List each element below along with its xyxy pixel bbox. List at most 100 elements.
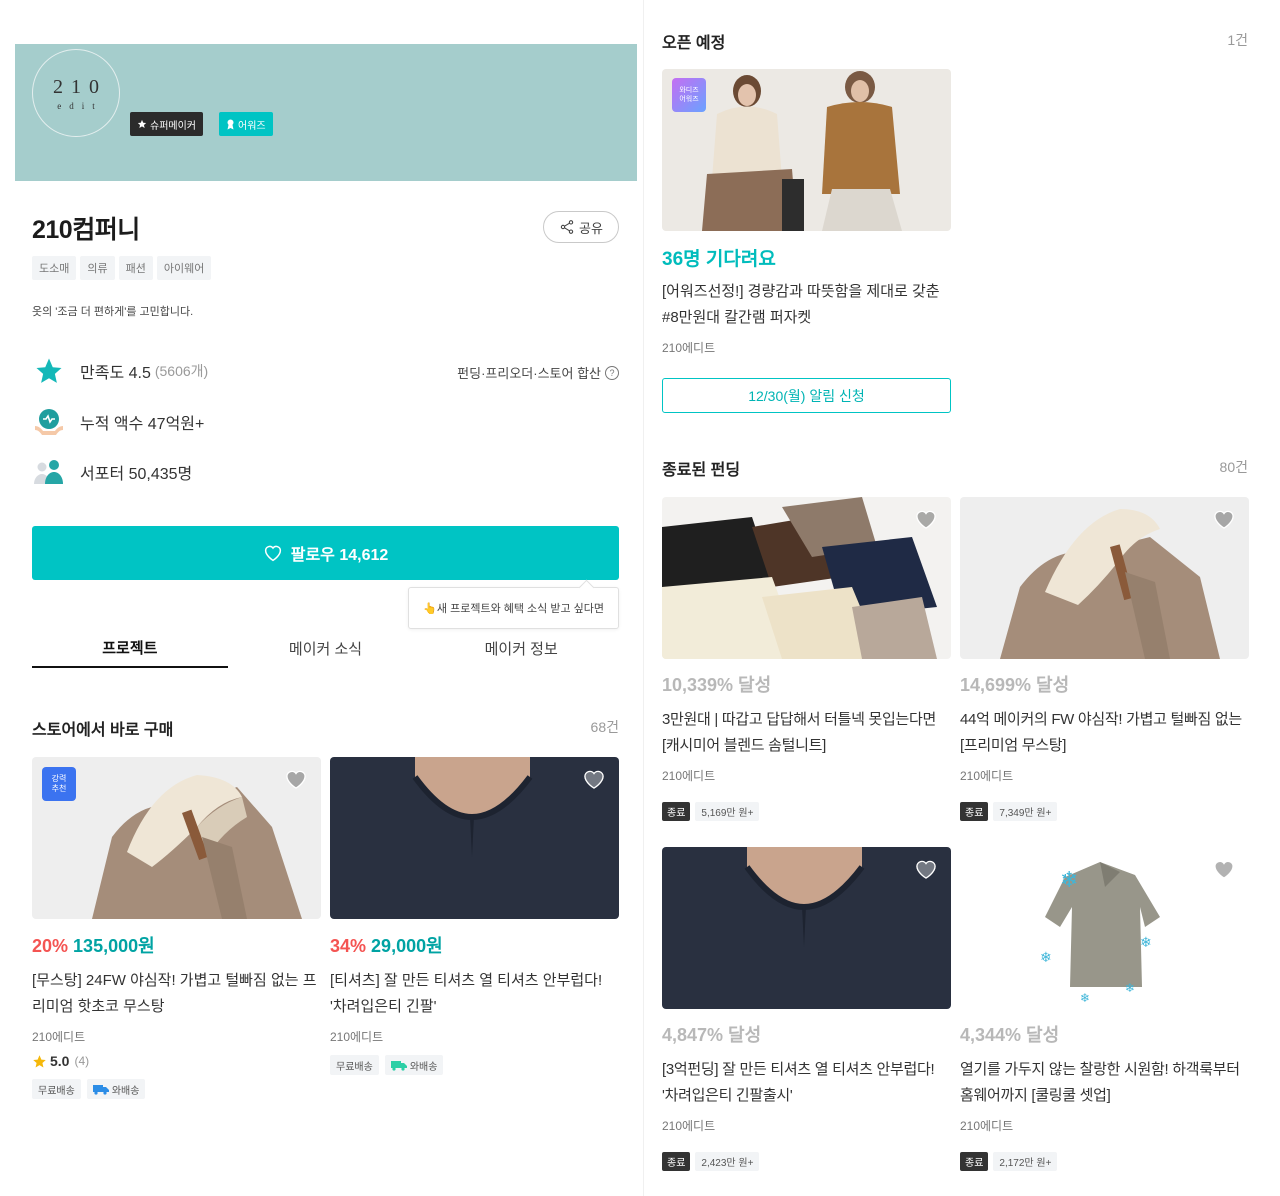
follow-tooltip: 👆새 프로젝트와 혜택 소식 받고 싶다면 [408, 587, 619, 629]
project-maker: 210에디트 [960, 1119, 1014, 1133]
svg-text:❄: ❄ [1125, 981, 1135, 995]
maker-banner: 210 edit 슈퍼메이커 어워즈 [15, 44, 637, 181]
follow-button[interactable]: 팔로우 14,612 [32, 526, 619, 580]
maker-profile: 210 edit 슈퍼메이커 어워즈 210컴퍼니 공유 도소매 의류 패션 아… [15, 44, 637, 1099]
product-maker: 210에디트 [32, 1030, 86, 1044]
ended-project-card[interactable]: ❄ ❄ ❄ ❄ ❄ 4,344% 달성 열기를 가두지 않는 찰랑한 시원함! … [960, 847, 1249, 1171]
product-name[interactable]: [티셔츠] 잘 만든 티셔츠 열 티셔츠 안부럽다! '차려입은티 긴팔' [330, 968, 619, 1020]
achievement-rate: 10,339% 달성 [662, 675, 772, 695]
share-button[interactable]: 공유 [543, 211, 619, 243]
svg-text:❄: ❄ [1040, 950, 1052, 966]
share-icon [560, 220, 574, 234]
achievement-rate: 4,344% 달성 [960, 1025, 1060, 1045]
upcoming-count[interactable]: 1건 [1227, 30, 1248, 50]
column-divider [643, 0, 644, 1196]
project-footer: 종료 5,169만 원+ [662, 802, 951, 821]
super-maker-badge: 슈퍼메이커 [130, 112, 203, 136]
ended-project-card[interactable]: 10,339% 달성 3만원대 | 따갑고 답답해서 터틀넥 못입는다면 [캐시… [662, 497, 951, 821]
tab-projects[interactable]: 프로젝트 [32, 628, 228, 668]
truck-icon [92, 1084, 109, 1095]
achievement-rate: 14,699% 달성 [960, 675, 1070, 695]
store-product-card[interactable]: 강력 추천 20% 135,000원 [무스탕] 24FW 야심작! 가볍고 털… [32, 757, 321, 1099]
free-shipping-tag: 무료배송 [32, 1079, 81, 1099]
help-icon: ? [605, 365, 619, 380]
project-footer: 종료 2,423만 원+ [662, 1152, 951, 1171]
people-icon [32, 455, 66, 489]
project-maker: 210에디트 [662, 769, 716, 783]
maker-logo: 210 edit [32, 49, 120, 137]
project-image-mustang[interactable] [960, 497, 1249, 659]
star-icon [33, 1054, 46, 1067]
svg-text:❄: ❄ [1060, 868, 1078, 893]
product-price: 34% 29,000원 [330, 936, 443, 956]
ended-section-title: 종료된 펀딩 [662, 462, 741, 479]
ended-project-card[interactable]: 14,699% 달성 44억 메이커의 FW 야심작! 가볍고 털빠짐 없는 [… [960, 497, 1249, 821]
maker-tag[interactable]: 패션 [118, 256, 153, 280]
project-image-tshirt[interactable] [662, 847, 951, 1009]
project-maker: 210에디트 [662, 341, 716, 355]
tab-maker-news[interactable]: 메이커 소식 [228, 628, 424, 668]
star-icon [32, 354, 66, 388]
funding-amount: 5,169만 원+ [695, 802, 760, 821]
project-name[interactable]: [어워즈선정!] 경량감과 따뜻함을 제대로 갖춘 #8만원대 칼간램 퍼자켓 [662, 279, 951, 331]
heart-icon[interactable] [915, 509, 937, 529]
product-price: 20% 135,000원 [32, 936, 155, 956]
project-maker: 210에디트 [662, 1119, 716, 1133]
award-badge: 어워즈 [219, 112, 273, 136]
product-name[interactable]: [무스탕] 24FW 야심작! 가볍고 털빠짐 없는 프리미엄 핫초코 무스탕 [32, 968, 321, 1020]
funding-amount: 2,172만 원+ [993, 1152, 1058, 1171]
truck-icon [390, 1060, 407, 1071]
ended-count[interactable]: 80건 [1220, 457, 1248, 477]
ended-badge: 종료 [960, 1152, 989, 1171]
heart-icon[interactable] [1213, 859, 1235, 879]
heart-icon[interactable] [1213, 509, 1235, 529]
wadiz-awards-badge: 와디즈 어워즈 [672, 78, 706, 112]
project-name[interactable]: [3억펀딩] 잘 만든 티셔츠 열 티셔츠 안부럽다! '차려입은티 긴팔출시' [662, 1057, 951, 1109]
ended-badge: 종료 [662, 802, 691, 821]
star-icon [137, 119, 147, 128]
maker-tag[interactable]: 아이웨어 [156, 256, 212, 280]
funding-amount: 7,349만 원+ [993, 802, 1058, 821]
project-name[interactable]: 3만원대 | 따갑고 답답해서 터틀넥 못입는다면 [캐시미어 블렌드 솜털니트… [662, 707, 951, 759]
stats-note[interactable]: 펀딩·프리오더·스토어 합산 ? [457, 363, 619, 382]
store-count[interactable]: 68건 [591, 717, 619, 737]
shipping-tags: 무료배송 와배송 [32, 1079, 321, 1099]
tab-maker-info[interactable]: 메이커 정보 [423, 628, 619, 668]
heart-icon[interactable] [583, 769, 605, 789]
upcoming-project-card[interactable]: 와디즈 어워즈 36명 기다려요 [어워즈선정!] 경량감과 따뜻함을 제대로 … [662, 69, 951, 413]
project-image-cooling-setup[interactable]: ❄ ❄ ❄ ❄ ❄ [960, 847, 1249, 1009]
logo-subtext: edit [57, 100, 103, 111]
project-image-turtleneck[interactable] [662, 497, 951, 659]
wadiz-shipping-tag: 와배송 [86, 1079, 146, 1099]
heart-icon [264, 545, 281, 562]
heart-icon[interactable] [285, 769, 307, 789]
project-maker: 210에디트 [960, 769, 1014, 783]
maker-name: 210컴퍼니 [32, 216, 140, 244]
upcoming-section-title: 오픈 예정 [662, 35, 726, 52]
satisfaction-stat: 만족도 4.5 (5606개) [32, 354, 208, 388]
maker-header: 210컴퍼니 공유 [32, 210, 619, 246]
store-product-card[interactable]: 34% 29,000원 [티셔츠] 잘 만든 티셔츠 열 티셔츠 안부럽다! '… [330, 757, 619, 1075]
maker-tag[interactable]: 도소매 [32, 256, 77, 280]
svg-text:❄: ❄ [1080, 991, 1090, 1005]
funding-amount: 2,423만 원+ [695, 1152, 760, 1171]
project-image-fur-jacket[interactable]: 와디즈 어워즈 [662, 69, 951, 231]
award-icon [227, 119, 234, 129]
notify-button[interactable]: 12/30(월) 알림 신청 [662, 378, 951, 413]
achievement-rate: 4,847% 달성 [662, 1025, 762, 1045]
heart-icon[interactable] [915, 859, 937, 879]
product-image-mustang[interactable]: 강력 추천 [32, 757, 321, 919]
project-footer: 종료 7,349만 원+ [960, 802, 1249, 821]
strong-pick-badge: 강력 추천 [42, 767, 76, 801]
maker-tag[interactable]: 의류 [80, 256, 115, 280]
waiting-count: 36명 기다려요 [662, 249, 776, 270]
project-footer: 종료 2,172만 원+ [960, 1152, 1249, 1171]
svg-text:❄: ❄ [1140, 935, 1152, 951]
product-image-tshirt[interactable] [330, 757, 619, 919]
logo-text: 210 [53, 75, 107, 98]
ended-badge: 종료 [662, 1152, 691, 1171]
shipping-tags: 무료배송 와배송 [330, 1055, 619, 1075]
project-name[interactable]: 44억 메이커의 FW 야심작! 가볍고 털빠짐 없는 [프리미엄 무스탕] [960, 707, 1249, 759]
project-name[interactable]: 열기를 가두지 않는 찰랑한 시원함! 하객룩부터 홈웨어까지 [쿨링쿨 셋업] [960, 1057, 1249, 1109]
ended-project-card[interactable]: 4,847% 달성 [3억펀딩] 잘 만든 티셔츠 열 티셔츠 안부럽다! '차… [662, 847, 951, 1171]
